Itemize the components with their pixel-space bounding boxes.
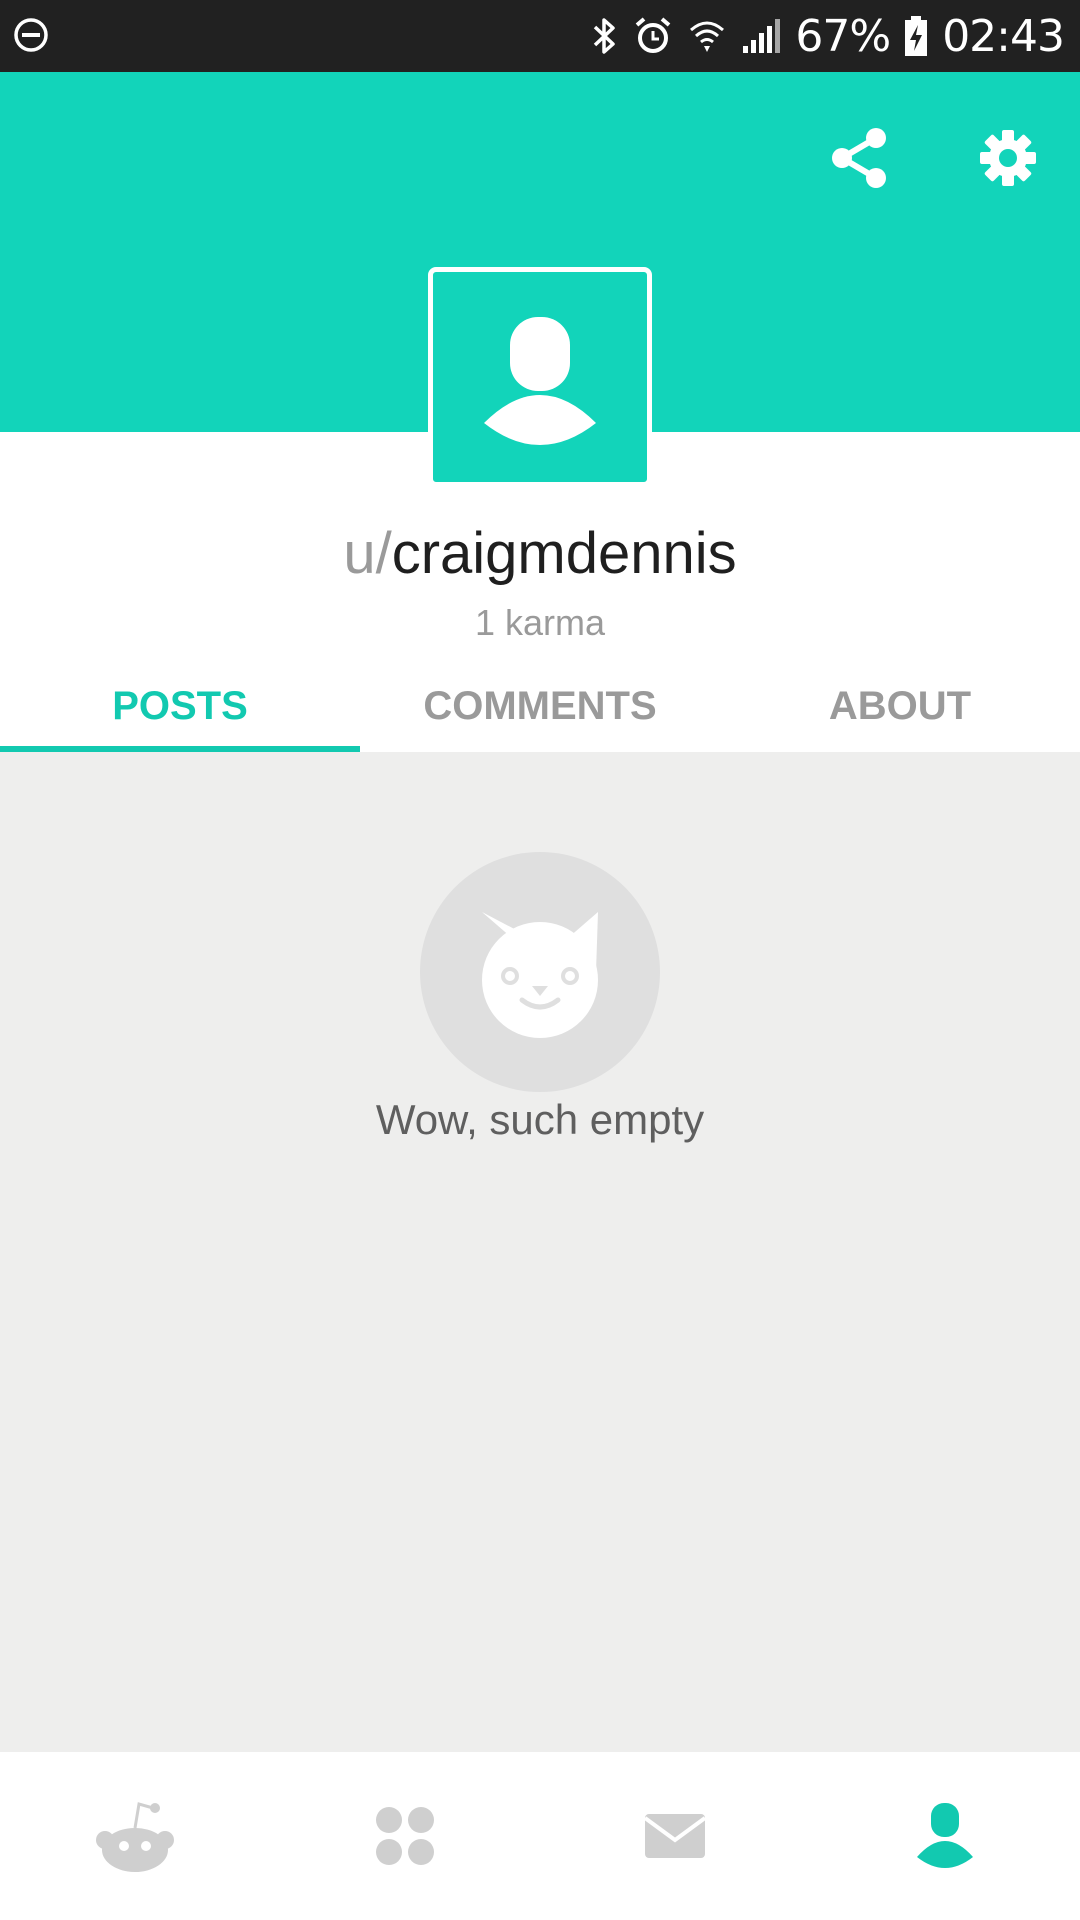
do-not-disturb-icon	[14, 18, 48, 52]
nav-home[interactable]	[0, 1752, 270, 1920]
reddit-alien-icon	[96, 1802, 174, 1872]
username-prefix: u/	[343, 521, 392, 586]
nav-inbox[interactable]	[540, 1752, 810, 1920]
signal-icon	[743, 19, 781, 53]
avatar[interactable]	[428, 267, 652, 487]
profile-tabs: POSTS COMMENTS ABOUT	[0, 660, 1080, 752]
grid-dots-icon	[376, 1807, 434, 1865]
username: u/craigmdennis	[0, 520, 1080, 587]
gear-icon	[980, 130, 1036, 186]
karma-count: 1 karma	[474, 602, 606, 643]
user-avatar-icon	[484, 317, 596, 445]
bluetooth-icon	[594, 18, 616, 54]
tab-about[interactable]: ABOUT	[720, 660, 1080, 752]
username-text: craigmdennis	[391, 521, 737, 586]
status-bar: 67% 02:43	[0, 0, 1080, 72]
envelope-icon	[643, 1814, 707, 1858]
settings-button[interactable]	[968, 118, 1048, 198]
alarm-icon	[636, 17, 671, 53]
user-icon	[917, 1803, 973, 1868]
share-icon	[832, 128, 886, 188]
wifi-icon	[690, 21, 725, 52]
share-button[interactable]	[820, 118, 900, 198]
tab-comments[interactable]: COMMENTS	[360, 660, 720, 752]
battery-percent: 67%	[795, 10, 891, 62]
empty-state-illustration	[420, 852, 660, 1092]
empty-state-text: Wow, such empty	[375, 1096, 705, 1143]
nav-profile[interactable]	[810, 1752, 1080, 1920]
bottom-navigation	[0, 1752, 1080, 1920]
battery-charging-icon	[905, 16, 928, 56]
cat-face-icon	[482, 912, 598, 1038]
nav-communities[interactable]	[270, 1752, 540, 1920]
status-time: 02:43	[942, 10, 1065, 62]
tab-posts[interactable]: POSTS	[0, 660, 360, 752]
